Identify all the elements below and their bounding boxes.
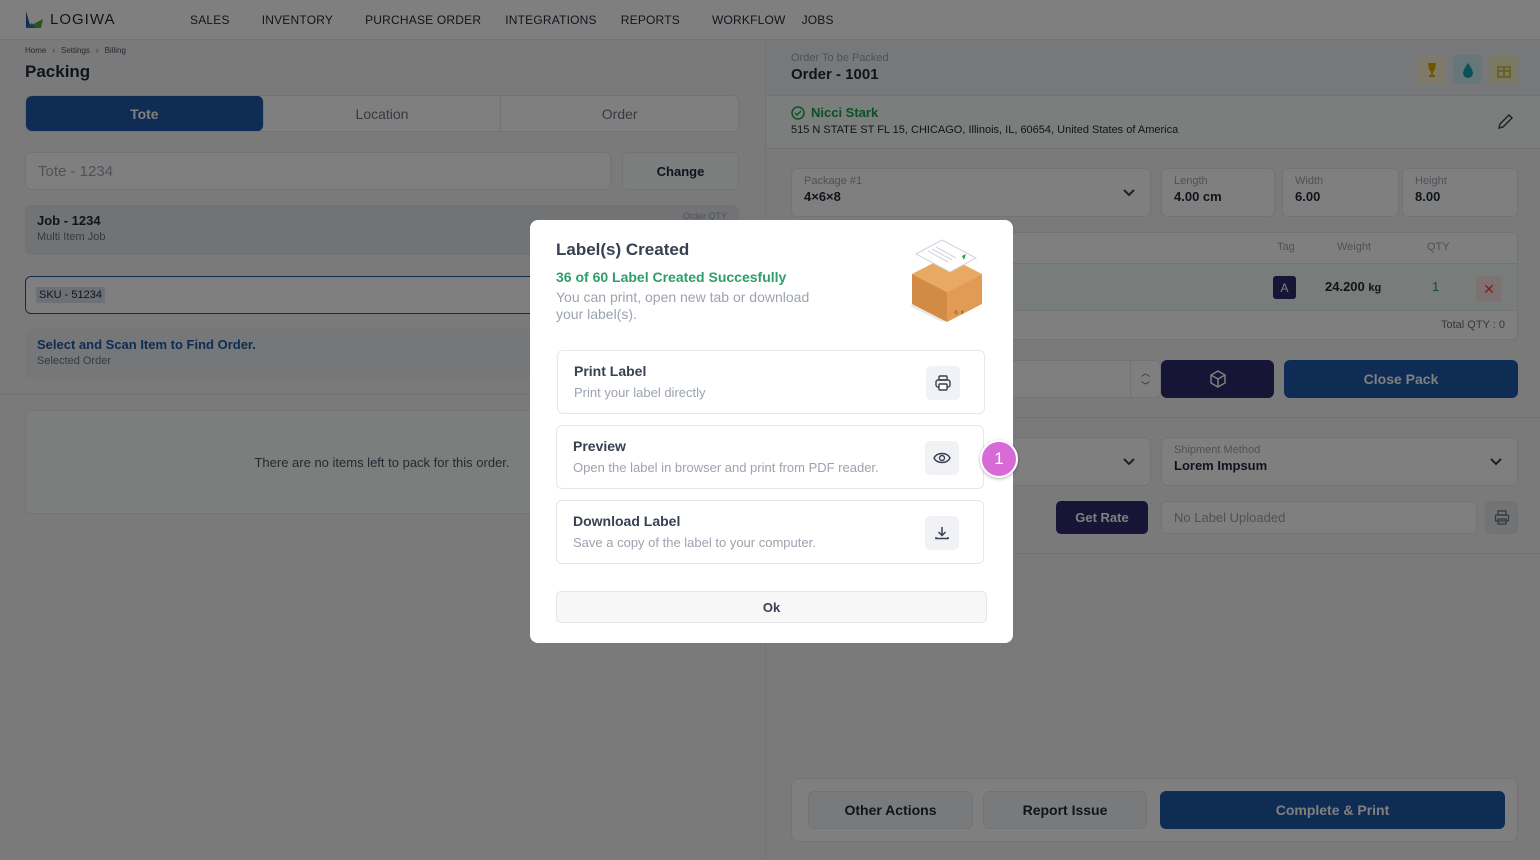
- dialog-title: Label(s) Created: [556, 240, 690, 259]
- label-box-illustration-icon: ♻ ⬆: [910, 239, 982, 322]
- success-message: 36 of 60 Label Created Succesfully: [556, 269, 787, 285]
- preview-icon-button[interactable]: [925, 441, 959, 475]
- preview-option[interactable]: Preview Open the label in browser and pr…: [556, 425, 984, 489]
- ok-button[interactable]: Ok: [556, 591, 987, 623]
- step-marker: 1: [980, 440, 1018, 478]
- option-description: Save a copy of the label to your compute…: [573, 535, 816, 550]
- print-icon-button[interactable]: [926, 366, 960, 400]
- download-icon-button[interactable]: [925, 516, 959, 550]
- print-label-option[interactable]: Print Label Print your label directly: [557, 350, 985, 414]
- dialog-description: You can print, open new tab or download …: [556, 289, 810, 322]
- eye-icon: [933, 452, 951, 464]
- option-title: Print Label: [574, 363, 647, 379]
- option-title: Preview: [573, 438, 626, 454]
- option-title: Download Label: [573, 513, 681, 529]
- svg-text:♻ ⬆: ♻ ⬆: [954, 310, 964, 316]
- download-icon: [935, 527, 949, 540]
- labels-created-dialog: Label(s) Created 36 of 60 Label Created …: [530, 220, 1013, 643]
- option-description: Open the label in browser and print from…: [573, 460, 879, 475]
- option-description: Print your label directly: [574, 385, 706, 400]
- download-label-option[interactable]: Download Label Save a copy of the label …: [556, 500, 984, 564]
- printer-icon: [935, 375, 951, 391]
